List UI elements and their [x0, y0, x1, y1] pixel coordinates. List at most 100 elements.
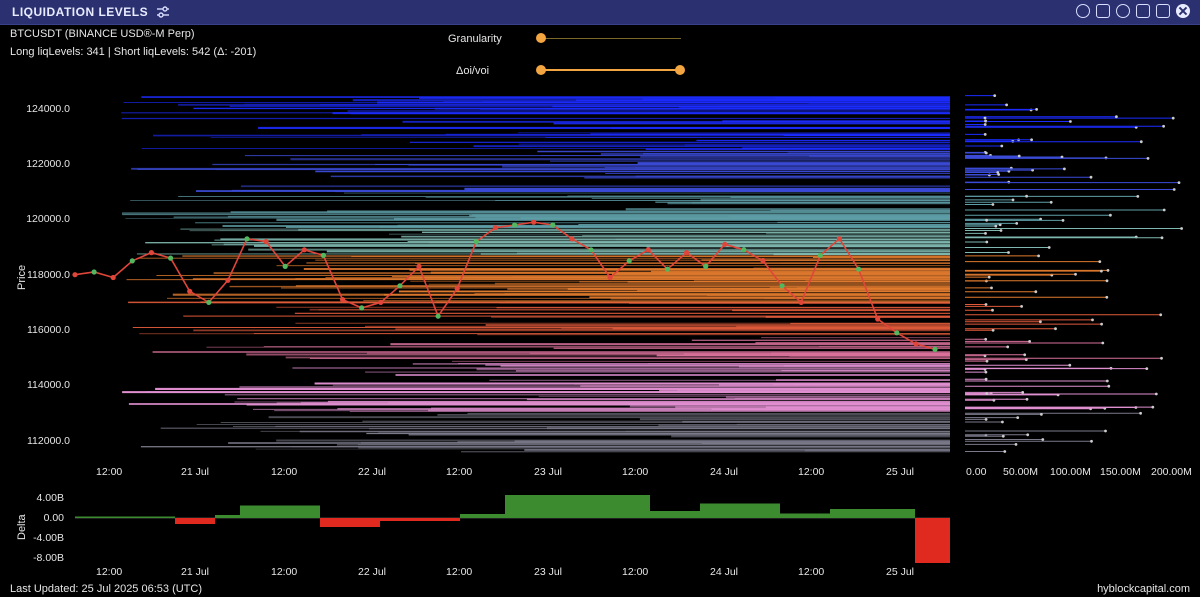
volume-dot [1105, 279, 1109, 283]
volume-dot [1068, 363, 1072, 367]
delta-bar [780, 513, 830, 518]
volume-dot [1105, 379, 1109, 383]
volume-dot [1021, 391, 1025, 394]
volume-dot [1159, 313, 1163, 317]
volume-dot [1023, 353, 1027, 357]
volume-dot [1104, 429, 1107, 433]
liquidation-chart[interactable] [0, 0, 1200, 597]
volume-dot [1139, 411, 1142, 415]
price-point [435, 313, 441, 319]
volume-dot [1049, 200, 1053, 204]
volume-dot [1090, 439, 1093, 443]
volume-dot [1040, 413, 1043, 416]
volume-dot [1054, 327, 1057, 331]
volume-dot [1016, 416, 1020, 419]
volume-dot [1106, 269, 1110, 272]
price-point [378, 299, 384, 305]
delta-bar [75, 516, 175, 518]
volume-dot [1160, 236, 1164, 240]
volume-dot [1063, 167, 1066, 171]
delta-bar [215, 515, 240, 518]
volume-dot [1105, 295, 1109, 299]
panel-divider [950, 90, 962, 465]
volume-dot [985, 240, 989, 244]
price-point [817, 252, 823, 258]
volume-dot [984, 370, 988, 374]
price-point [645, 247, 651, 253]
volume-dot [990, 286, 993, 290]
price-point [473, 239, 479, 245]
volume-dot [983, 123, 987, 126]
price-point [129, 258, 135, 264]
volume-dot [1154, 392, 1158, 396]
volume-tick-label: 150.00M [1100, 466, 1141, 478]
volume-dot [1020, 305, 1023, 308]
volume-dot [1100, 269, 1103, 273]
price-tick-label: 118000.0 [26, 268, 70, 281]
volume-dot [984, 418, 988, 421]
delta-bar [700, 503, 780, 518]
volume-dot [999, 229, 1003, 232]
volume-dot [1035, 108, 1038, 111]
volume-dot [991, 308, 994, 312]
volume-dot [1034, 290, 1038, 294]
price-point [569, 236, 575, 242]
volume-dot [1014, 443, 1018, 446]
volume-dot [1151, 405, 1155, 409]
volume-dot [1107, 384, 1111, 388]
volume-dot [1109, 213, 1112, 217]
price-point [225, 277, 231, 283]
price-point [110, 274, 116, 281]
volume-dot [987, 275, 991, 279]
volume-dot [1026, 433, 1030, 437]
delta-bar [460, 514, 505, 518]
volume-dot [1172, 188, 1176, 191]
price-tick-label: 116000.0 [26, 324, 70, 337]
volume-dot [1061, 219, 1065, 222]
volume-dot [984, 151, 988, 155]
price-point [531, 219, 537, 225]
price-point [282, 263, 288, 269]
volume-dot [1160, 356, 1163, 360]
volume-dot [984, 377, 988, 381]
volume-dot [994, 224, 998, 228]
price-point [836, 236, 843, 242]
delta-time-tick-label: 12:00 [271, 566, 298, 578]
volume-dot [1098, 260, 1102, 263]
price-point [779, 283, 785, 289]
volume-dot [1030, 138, 1033, 142]
volume-dot [1177, 181, 1181, 185]
delta-tick-label: 0.00 [43, 512, 64, 524]
price-point [913, 341, 919, 347]
price-point [320, 252, 326, 258]
delta-bar [915, 518, 950, 563]
price-point [760, 258, 766, 264]
price-point [359, 305, 365, 311]
price-point [703, 263, 709, 269]
volume-dot [1171, 116, 1175, 120]
volume-dot [1011, 198, 1015, 202]
price-point [454, 286, 460, 292]
volume-tick-label: 200.00M [1151, 466, 1192, 478]
volume-dot [1145, 367, 1149, 370]
price-tick-label: 124000.0 [26, 102, 70, 115]
price-point [894, 330, 900, 336]
time-tick-label: 12:00 [622, 466, 649, 478]
delta-bar [240, 505, 320, 518]
volume-dot [991, 328, 995, 332]
volume-dot [984, 232, 987, 235]
volume-dot [985, 359, 989, 363]
volume-dot [1136, 195, 1140, 198]
price-point [72, 272, 78, 278]
volume-dot [1039, 320, 1042, 324]
volume-dot [1025, 194, 1028, 198]
volume-dot [983, 133, 987, 136]
volume-dot [1115, 115, 1118, 119]
volume-dot [985, 218, 988, 222]
volume-dot [1180, 227, 1183, 230]
price-tick-label: 112000.0 [26, 434, 70, 447]
volume-dot [1101, 341, 1105, 345]
brand-link[interactable]: hyblockcapital.com [1097, 583, 1190, 595]
delta-time-tick-label: 12:00 [96, 566, 123, 578]
volume-dot [1006, 345, 1010, 349]
